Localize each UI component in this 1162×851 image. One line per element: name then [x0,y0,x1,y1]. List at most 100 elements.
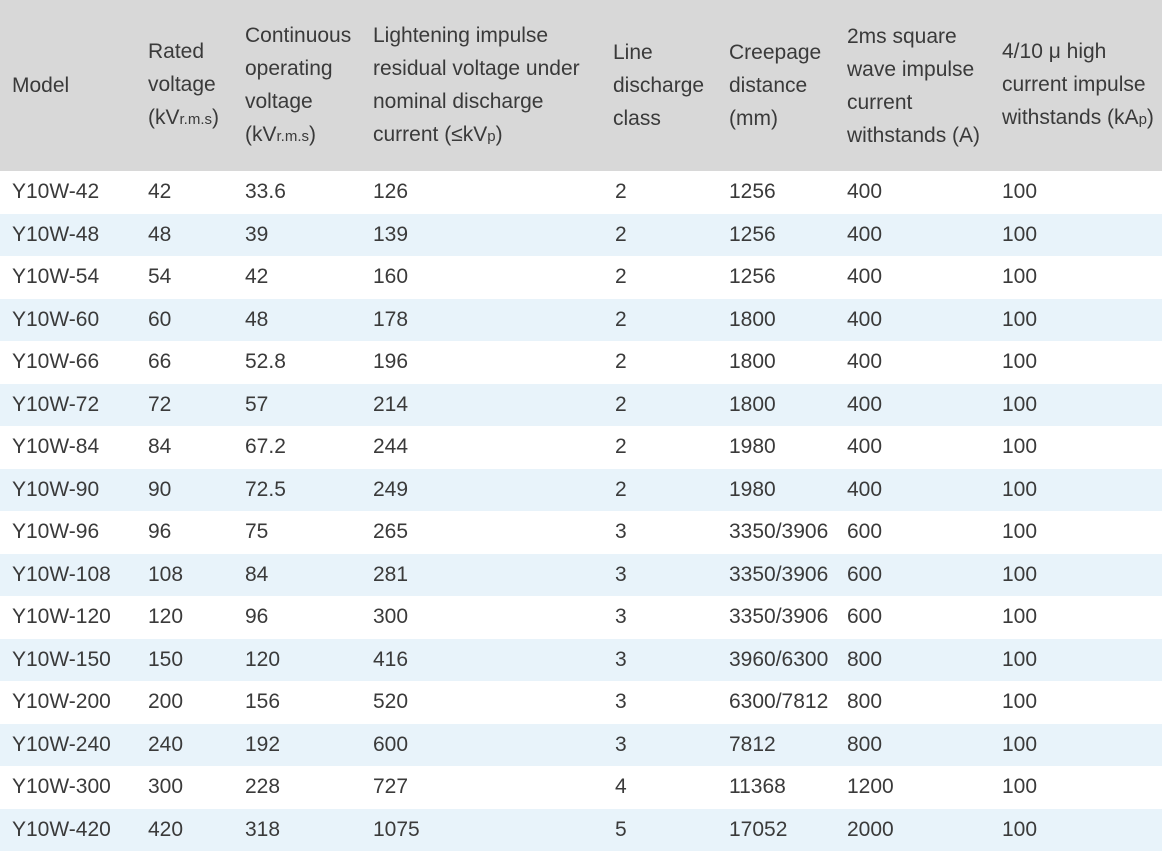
cell-high-current: 100 [990,256,1162,299]
cell-high-current: 100 [990,171,1162,214]
cell-residual-voltage: 244 [361,426,601,469]
cell-continuous-voltage: 228 [233,766,361,809]
cell-high-current: 100 [990,724,1162,767]
cell-discharge-class: 2 [601,426,717,469]
cell-continuous-voltage: 192 [233,724,361,767]
table-header: Model Rated voltage (kVr.m.s) Continuous… [0,0,1162,171]
cell-rated-voltage: 54 [136,256,233,299]
cell-rated-voltage: 200 [136,681,233,724]
cell-model: Y10W-300 [0,766,136,809]
cell-square-wave-current: 600 [835,511,990,554]
cell-residual-voltage: 249 [361,469,601,512]
cell-continuous-voltage: 48 [233,299,361,342]
table-row: Y10W-3003002287274113681200100 [0,766,1162,809]
cell-high-current: 100 [990,766,1162,809]
cell-square-wave-current: 400 [835,171,990,214]
cell-model: Y10W-120 [0,596,136,639]
cell-discharge-class: 3 [601,681,717,724]
cell-continuous-voltage: 120 [233,639,361,682]
cell-rated-voltage: 72 [136,384,233,427]
cell-creepage-distance: 1980 [717,469,835,512]
cell-high-current: 100 [990,639,1162,682]
cell-square-wave-current: 400 [835,469,990,512]
cell-discharge-class: 2 [601,469,717,512]
table-row: Y10W-96967526533350/3906600100 [0,511,1162,554]
table-row: Y10W-20020015652036300/7812800100 [0,681,1162,724]
cell-discharge-class: 2 [601,171,717,214]
cell-model: Y10W-150 [0,639,136,682]
cell-creepage-distance: 1800 [717,384,835,427]
cell-model: Y10W-54 [0,256,136,299]
cell-residual-voltage: 139 [361,214,601,257]
cell-square-wave-current: 400 [835,384,990,427]
cell-discharge-class: 2 [601,214,717,257]
cell-rated-voltage: 420 [136,809,233,851]
cell-discharge-class: 2 [601,256,717,299]
cell-residual-voltage: 126 [361,171,601,214]
table-body: Y10W-424233.612621256400100Y10W-48483913… [0,171,1162,851]
cell-rated-voltage: 90 [136,469,233,512]
cell-rated-voltage: 108 [136,554,233,597]
cell-square-wave-current: 1200 [835,766,990,809]
cell-high-current: 100 [990,214,1162,257]
col-continuous-voltage-header: Continuous operating voltage (kVr.m.s) [233,0,361,171]
cell-discharge-class: 5 [601,809,717,851]
cell-high-current: 100 [990,426,1162,469]
cell-continuous-voltage: 72.5 [233,469,361,512]
cell-high-current: 100 [990,341,1162,384]
cell-creepage-distance: 3350/3906 [717,554,835,597]
col-square-wave-header: 2ms square wave impulse current withstan… [835,0,990,171]
col-creepage-distance-header: Creepage distance (mm) [717,0,835,171]
cell-continuous-voltage: 42 [233,256,361,299]
cell-model: Y10W-240 [0,724,136,767]
cell-model: Y10W-200 [0,681,136,724]
col-high-current-header: 4/10 μ high current impulse withstands (… [990,0,1162,171]
cell-discharge-class: 2 [601,299,717,342]
table-row: Y10W-42042031810755170522000100 [0,809,1162,851]
cell-rated-voltage: 96 [136,511,233,554]
cell-creepage-distance: 1800 [717,299,835,342]
table-row: Y10W-72725721421800400100 [0,384,1162,427]
cell-creepage-distance: 1800 [717,341,835,384]
table-row: Y10W-666652.819621800400100 [0,341,1162,384]
cell-model: Y10W-96 [0,511,136,554]
cell-continuous-voltage: 96 [233,596,361,639]
cell-discharge-class: 3 [601,639,717,682]
cell-high-current: 100 [990,809,1162,851]
cell-model: Y10W-420 [0,809,136,851]
cell-square-wave-current: 600 [835,554,990,597]
cell-creepage-distance: 17052 [717,809,835,851]
cell-square-wave-current: 400 [835,214,990,257]
table-row: Y10W-1081088428133350/3906600100 [0,554,1162,597]
cell-creepage-distance: 7812 [717,724,835,767]
cell-square-wave-current: 400 [835,426,990,469]
cell-residual-voltage: 281 [361,554,601,597]
cell-creepage-distance: 6300/7812 [717,681,835,724]
cell-continuous-voltage: 33.6 [233,171,361,214]
arrester-spec-table: Model Rated voltage (kVr.m.s) Continuous… [0,0,1162,851]
cell-square-wave-current: 400 [835,341,990,384]
cell-creepage-distance: 1256 [717,171,835,214]
cell-square-wave-current: 800 [835,724,990,767]
cell-continuous-voltage: 57 [233,384,361,427]
cell-continuous-voltage: 318 [233,809,361,851]
cell-rated-voltage: 84 [136,426,233,469]
cell-model: Y10W-48 [0,214,136,257]
cell-model: Y10W-42 [0,171,136,214]
table-row: Y10W-15015012041633960/6300800100 [0,639,1162,682]
cell-residual-voltage: 1075 [361,809,601,851]
cell-creepage-distance: 1256 [717,256,835,299]
cell-square-wave-current: 400 [835,256,990,299]
cell-high-current: 100 [990,299,1162,342]
table-row: Y10W-848467.224421980400100 [0,426,1162,469]
cell-continuous-voltage: 67.2 [233,426,361,469]
cell-high-current: 100 [990,511,1162,554]
cell-residual-voltage: 416 [361,639,601,682]
table-row: Y10W-60604817821800400100 [0,299,1162,342]
cell-rated-voltage: 240 [136,724,233,767]
cell-rated-voltage: 150 [136,639,233,682]
cell-high-current: 100 [990,554,1162,597]
cell-residual-voltage: 600 [361,724,601,767]
cell-rated-voltage: 48 [136,214,233,257]
cell-square-wave-current: 400 [835,299,990,342]
